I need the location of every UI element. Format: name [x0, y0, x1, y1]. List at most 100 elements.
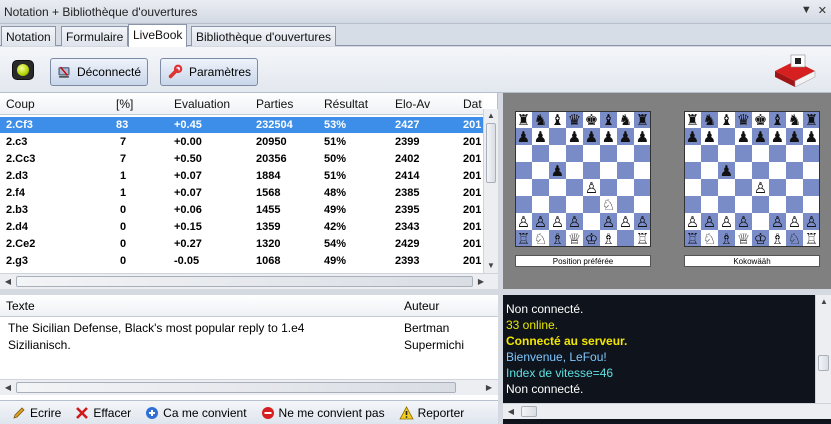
board-square[interactable] — [718, 145, 735, 162]
col-elo[interactable]: Elo-Av — [395, 97, 430, 111]
board-square[interactable] — [566, 196, 583, 213]
board-square[interactable] — [583, 162, 600, 179]
board-square[interactable] — [803, 179, 820, 196]
board-square[interactable] — [803, 145, 820, 162]
scroll-thumb[interactable] — [486, 123, 496, 183]
write-button[interactable]: Ecrire — [12, 406, 61, 420]
board-square[interactable] — [786, 196, 803, 213]
board-square[interactable] — [735, 145, 752, 162]
scroll-up-icon[interactable]: ▲ — [817, 295, 831, 309]
board-square[interactable] — [684, 145, 701, 162]
tab-notation[interactable]: Notation — [1, 26, 56, 46]
table-row[interactable]: 2.c3 7 +0.00 20950 51% 2399 201 — [0, 134, 483, 150]
board-square[interactable] — [634, 162, 651, 179]
board-square[interactable] — [617, 196, 634, 213]
board-square[interactable] — [515, 179, 532, 196]
board-square[interactable] — [803, 196, 820, 213]
board-square[interactable] — [735, 179, 752, 196]
board-square[interactable] — [515, 145, 532, 162]
board-square[interactable] — [583, 145, 600, 162]
board-square[interactable] — [752, 213, 769, 230]
table-row[interactable]: 2.d4 0 +0.15 1359 42% 2343 201 — [0, 219, 483, 235]
board-square[interactable] — [752, 162, 769, 179]
scroll-left-icon[interactable]: ◀ — [1, 381, 15, 395]
board-square[interactable] — [786, 162, 803, 179]
board-square[interactable] — [786, 179, 803, 196]
board-square[interactable] — [684, 162, 701, 179]
board-square[interactable] — [549, 128, 566, 145]
scroll-down-icon[interactable]: ▼ — [484, 259, 498, 273]
dropdown-icon[interactable]: ▼ — [801, 4, 812, 17]
report-button[interactable]: Reporter — [398, 406, 464, 420]
comment-row[interactable]: The Sicilian Defense, Black's most popul… — [0, 319, 498, 337]
table-row[interactable]: 2.Cf3 83 +0.45 232504 53% 2427 201 — [0, 117, 483, 133]
board-square[interactable] — [549, 179, 566, 196]
board-square[interactable] — [583, 196, 600, 213]
tab-formulaire[interactable]: Formulaire — [61, 26, 129, 46]
board-square[interactable] — [600, 179, 617, 196]
chess-board-preferred[interactable]: ♜ ♞ ♝ ♛ ♚ ♝ ♞ ♜♟ ♟ ♟ ♟ ♟ ♟ ♟♟♙♘♙ ♙ ♙ ♙ ♙ ♙ ♙♖ ♘ ♗ ♕ ♔ ♗ ♖ — [515, 111, 651, 247]
board-square[interactable] — [701, 162, 718, 179]
chess-board-kokowaah[interactable]: ♜ ♞ ♝ ♛ ♚ ♝ ♞ ♜♟ ♟ ♟ ♟ ♟ ♟ ♟♟♙♙ ♙ ♙ ♙ ♙ ♙ ♙♖ ♘ ♗ ♕ ♔ ♗ ♘ ♖ — [684, 111, 820, 247]
table-row[interactable]: 2.g3 0 -0.05 1068 49% 2393 201 — [0, 253, 483, 269]
board-square[interactable] — [634, 179, 651, 196]
board-square[interactable] — [701, 196, 718, 213]
board-square[interactable] — [769, 196, 786, 213]
board-square[interactable] — [718, 179, 735, 196]
close-icon[interactable]: ✕ — [818, 4, 827, 17]
scroll-right-icon[interactable]: ▶ — [474, 275, 488, 289]
board-square[interactable] — [718, 196, 735, 213]
board-square[interactable] — [769, 145, 786, 162]
board-square[interactable] — [566, 162, 583, 179]
board-square[interactable] — [566, 179, 583, 196]
console-vertical-scrollbar[interactable]: ▲ — [815, 295, 831, 403]
tab-bibliotheque[interactable]: Bibliothèque d'ouvertures — [191, 26, 337, 46]
col-auteur[interactable]: Auteur — [404, 299, 439, 313]
moves-horizontal-scrollbar[interactable]: ◀ ▶ — [0, 273, 498, 289]
board-square[interactable] — [549, 196, 566, 213]
like-button[interactable]: Ca me convient — [145, 406, 247, 420]
board-square[interactable] — [718, 128, 735, 145]
board-square[interactable] — [617, 162, 634, 179]
board-square[interactable] — [532, 162, 549, 179]
col-coup[interactable]: Coup — [6, 97, 35, 111]
table-row[interactable]: 2.d3 1 +0.07 1884 51% 2414 201 — [0, 168, 483, 184]
comments-horizontal-scrollbar[interactable]: ◀ ▶ — [0, 379, 498, 395]
connect-button[interactable]: Déconnecté — [50, 58, 148, 86]
scroll-thumb[interactable] — [521, 406, 537, 417]
scroll-thumb[interactable] — [16, 276, 473, 287]
table-row[interactable]: 2.b3 0 +0.06 1455 49% 2395 201 — [0, 202, 483, 218]
col-resultat[interactable]: Résultat — [324, 97, 368, 111]
board-square[interactable] — [515, 162, 532, 179]
board-square[interactable] — [532, 179, 549, 196]
board-square[interactable] — [515, 196, 532, 213]
table-row[interactable]: 2.f4 1 +0.07 1568 48% 2385 201 — [0, 185, 483, 201]
board-square[interactable] — [769, 179, 786, 196]
board-square[interactable] — [735, 196, 752, 213]
scroll-thumb[interactable] — [16, 382, 456, 393]
board-square[interactable] — [684, 179, 701, 196]
board-square[interactable] — [634, 145, 651, 162]
col-texte[interactable]: Texte — [6, 299, 35, 313]
col-pct[interactable]: [%] — [116, 97, 133, 111]
board-square[interactable] — [786, 145, 803, 162]
board-square[interactable] — [549, 145, 566, 162]
scroll-right-icon[interactable]: ▶ — [482, 381, 496, 395]
dislike-button[interactable]: Ne me convient pas — [261, 406, 385, 420]
tab-livebook[interactable]: LiveBook — [128, 24, 188, 47]
board-square[interactable] — [735, 162, 752, 179]
board-square[interactable] — [583, 213, 600, 230]
scroll-left-icon[interactable]: ◀ — [504, 405, 518, 419]
board-square[interactable] — [532, 196, 549, 213]
scroll-thumb[interactable] — [818, 355, 829, 371]
table-row[interactable]: 2.Cc3 7 +0.50 20356 50% 2402 201 — [0, 151, 483, 167]
board-square[interactable] — [600, 162, 617, 179]
console-horizontal-scrollbar[interactable]: ◀ — [503, 403, 831, 419]
board-square[interactable] — [617, 179, 634, 196]
board-square[interactable] — [684, 196, 701, 213]
scroll-left-icon[interactable]: ◀ — [1, 275, 15, 289]
board-square[interactable] — [803, 162, 820, 179]
board-square[interactable] — [566, 145, 583, 162]
col-date[interactable]: Dat — [463, 97, 482, 111]
comment-row[interactable]: Sizilianisch. Supermichi — [0, 336, 498, 354]
